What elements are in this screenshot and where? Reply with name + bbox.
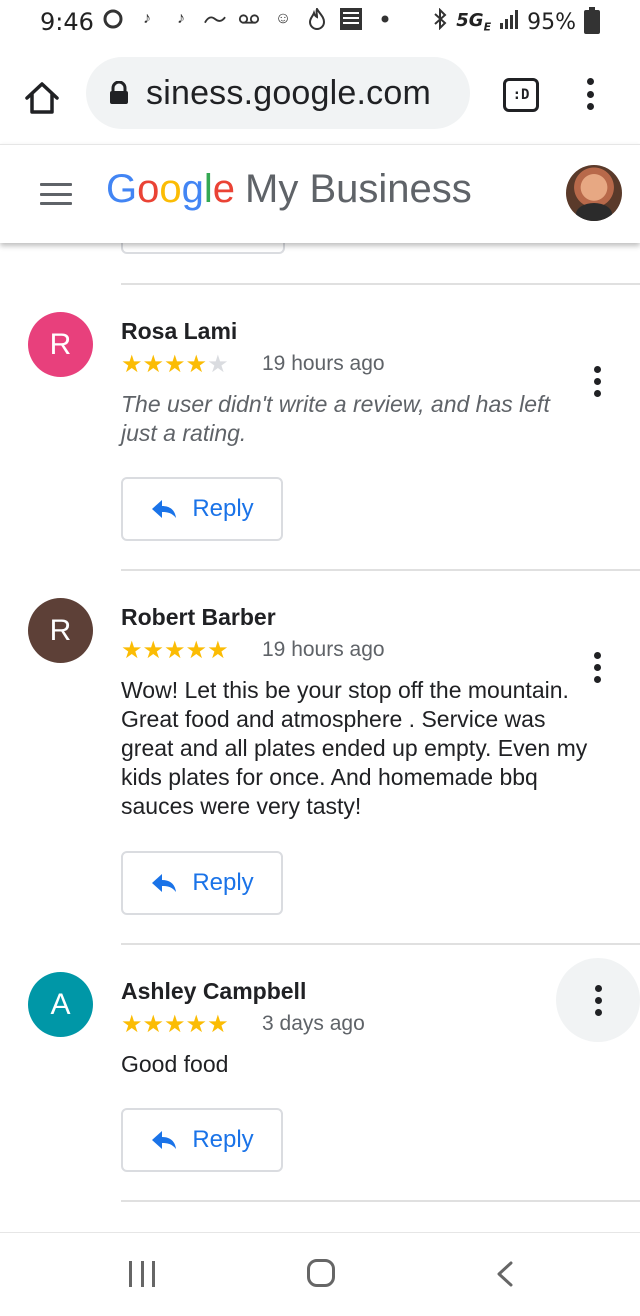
flame-icon: [306, 8, 328, 30]
battery-icon: [584, 7, 600, 34]
star-filled-icon: ★: [164, 637, 186, 664]
dollar-store-icon: [204, 8, 226, 30]
reply-button[interactable]: Reply: [121, 1108, 283, 1172]
reviewer-avatar: R: [28, 312, 93, 377]
star-rating: ★★★★★: [121, 636, 229, 665]
reviewer-name: Robert Barber: [121, 604, 276, 630]
reply-button[interactable]: Reply: [121, 851, 283, 915]
tab-switcher-button[interactable]: :D: [503, 78, 539, 112]
back-icon[interactable]: [494, 1261, 516, 1287]
system-nav-bar: [0, 1232, 640, 1316]
tiktok-icon: ♪: [177, 10, 185, 27]
review-time: 3 days ago: [262, 1012, 365, 1035]
star-filled-icon: ★: [142, 637, 165, 664]
reply-label: Reply: [192, 1126, 254, 1153]
review-more-button[interactable]: [556, 958, 640, 1042]
url-text: siness.google.com: [146, 73, 431, 112]
status-bar: 9:46 ♪ ♪ ☺ 5GE 95%: [0, 0, 640, 44]
smiley-icon: ☺: [274, 10, 292, 27]
weather-channel-icon: [340, 8, 362, 30]
dot-icon: [374, 8, 396, 30]
notification-icons: ♪ ♪ ☺: [102, 8, 396, 30]
lock-icon: [108, 80, 130, 105]
recent-apps-icon[interactable]: [129, 1261, 155, 1287]
reply-icon: [152, 500, 177, 518]
reviewer-avatar: A: [28, 972, 93, 1037]
star-filled-icon: ★: [164, 351, 186, 378]
review-time: 19 hours ago: [262, 638, 385, 661]
browser-toolbar: siness.google.com :D: [0, 44, 640, 144]
star-filled-icon: ★: [207, 637, 229, 664]
star-filled-icon: ★: [121, 637, 143, 664]
reply-label: Reply: [192, 869, 254, 896]
star-filled-icon: ★: [185, 351, 208, 378]
reply-label: Reply: [192, 495, 254, 522]
battery-percent: 95%: [527, 9, 576, 35]
review-card: A Ashley Campbell ★★★★★ 3 days ago Good …: [0, 944, 640, 1200]
reviews-feed: R Rosa Lami ★★★★★ 19 hours ago The user …: [0, 242, 640, 1232]
previous-reply-button-edge[interactable]: [121, 242, 285, 254]
star-filled-icon: ★: [207, 1011, 229, 1038]
review-more-button[interactable]: [572, 356, 622, 406]
tiktok-icon: ♪: [143, 10, 151, 27]
dot-icon: [586, 78, 594, 85]
star-rating: ★★★★★: [121, 1010, 229, 1039]
star-filled-icon: ★: [185, 1011, 208, 1038]
reply-icon: [152, 1131, 177, 1149]
browser-menu-button[interactable]: [576, 74, 604, 114]
network-type: 5GE: [456, 10, 492, 34]
account-avatar[interactable]: [566, 165, 622, 221]
star-filled-icon: ★: [142, 1011, 165, 1038]
star-rating: ★★★★★: [121, 350, 229, 379]
status-time: 9:46: [40, 8, 94, 36]
signal-icon: [499, 9, 519, 35]
star-filled-icon: ★: [121, 351, 143, 378]
reply-icon: [152, 874, 177, 892]
review-text: The user didn't write a review, and has …: [121, 391, 550, 446]
review-text: Good food: [121, 1051, 229, 1077]
review-time: 19 hours ago: [262, 352, 385, 375]
product-name: My Business: [245, 167, 472, 211]
star-empty-icon: ★: [207, 351, 229, 378]
home-button-icon[interactable]: [307, 1259, 335, 1287]
google-my-business-logo[interactable]: Google My Business: [106, 167, 472, 212]
review-card: R Rosa Lami ★★★★★ 19 hours ago The user …: [0, 284, 640, 569]
home-icon[interactable]: [22, 78, 62, 118]
system-icons: 5GE 95%: [432, 7, 600, 36]
star-filled-icon: ★: [121, 1011, 143, 1038]
review-card: R Robert Barber ★★★★★ 19 hours ago Wow! …: [0, 570, 640, 943]
review-text: Wow! Let this be your stop off the mount…: [121, 677, 588, 819]
star-filled-icon: ★: [185, 637, 208, 664]
dot-icon: [586, 103, 594, 110]
star-filled-icon: ★: [142, 351, 165, 378]
reviewer-name: Rosa Lami: [121, 318, 238, 344]
divider: [121, 1200, 640, 1202]
reviewer-name: Ashley Campbell: [121, 978, 307, 1004]
review-more-button[interactable]: [572, 642, 622, 692]
dot-icon: [586, 90, 594, 98]
app-header: Google My Business: [0, 144, 640, 243]
address-bar[interactable]: siness.google.com: [86, 57, 470, 129]
reviewer-avatar: R: [28, 598, 93, 663]
menu-icon[interactable]: [40, 183, 72, 205]
star-filled-icon: ★: [164, 1011, 186, 1038]
voicemail-icon: [238, 8, 260, 30]
circle-icon: [102, 8, 124, 30]
bluetooth-icon: [432, 7, 448, 36]
reply-button[interactable]: Reply: [121, 477, 283, 541]
